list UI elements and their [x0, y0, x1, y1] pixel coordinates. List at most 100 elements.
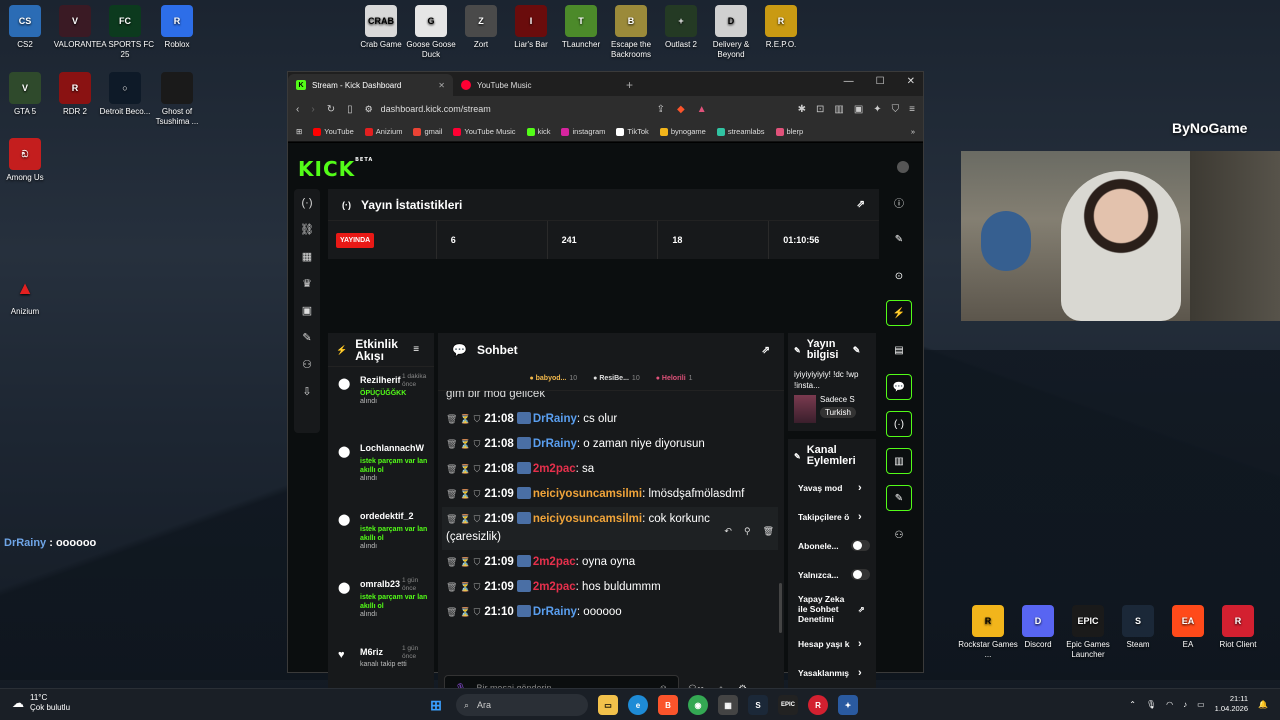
desktop-shortcut[interactable]: Ghost of Tsushima ...: [146, 72, 208, 127]
weather-widget[interactable]: ☁ 11°C Çok bulutlu: [12, 693, 70, 713]
chevron-up-icon[interactable]: ⌃: [1129, 700, 1136, 709]
tab-kick-dashboard[interactable]: K Stream - Kick Dashboard ✕: [288, 74, 453, 96]
clock[interactable]: 21:11 1.04.2026: [1215, 694, 1248, 714]
file-explorer-icon[interactable]: ▭: [598, 695, 618, 715]
windows-start-icon[interactable]: ⊞: [426, 695, 446, 715]
wallet-icon[interactable]: ▣: [854, 104, 863, 115]
leo-icon[interactable]: ✦: [873, 104, 881, 115]
bookmark-item[interactable]: instagram: [561, 127, 605, 136]
desktop-shortcut[interactable]: R R.E.P.O.: [752, 5, 810, 50]
bookmark-item[interactable]: bynogame: [659, 127, 706, 136]
minimize-icon[interactable]: —: [844, 76, 854, 87]
channel-action-row[interactable]: Hesap yaşı k ›: [788, 629, 876, 658]
edit-icon[interactable]: ✎: [853, 345, 861, 356]
popout-icon[interactable]: ⇗: [857, 199, 865, 210]
tab-youtube-music[interactable]: YouTube Music: [453, 74, 618, 96]
pin-icon[interactable]: ⚲: [744, 522, 751, 540]
screenshot-icon[interactable]: ⊡: [816, 104, 824, 115]
top-gifter[interactable]: ● babyod... 10: [529, 375, 577, 382]
chat-username[interactable]: DrRainy: [533, 438, 577, 450]
bookmark-item[interactable]: kick: [526, 127, 550, 136]
apps-grid-icon[interactable]: ⊞: [296, 127, 302, 136]
chrome-icon[interactable]: ◉: [688, 695, 708, 715]
clipboard-icon[interactable]: ▤: [886, 337, 912, 363]
lightning-icon[interactable]: ⚡: [886, 300, 912, 326]
brave-shield-icon[interactable]: ◆: [677, 104, 685, 115]
video-icon[interactable]: ▣: [302, 304, 312, 317]
trophy-icon[interactable]: ♛: [302, 277, 312, 290]
channel-action-row[interactable]: Yasaklanmış ›: [788, 658, 876, 687]
mic-icon[interactable]: 🎙: [1146, 700, 1156, 709]
desktop-shortcut[interactable]: ▲ Anizium: [0, 272, 56, 317]
new-tab-button[interactable]: +: [626, 78, 633, 92]
maximize-icon[interactable]: ☐: [876, 76, 885, 87]
edge-icon[interactable]: e: [628, 695, 648, 715]
desktop-shortcut[interactable]: ඞ Among Us: [0, 138, 56, 183]
tools-icon[interactable]: ✎: [302, 331, 311, 344]
activity-username[interactable]: ordedektif_2: [360, 511, 424, 521]
epic-icon[interactable]: EPIC: [778, 695, 798, 715]
bookmark-item[interactable]: YouTube Music: [453, 127, 516, 136]
chat-icon[interactable]: 💬: [886, 374, 912, 400]
app-icon[interactable]: ✦: [838, 695, 858, 715]
chat-username[interactable]: neiciyosuncamsilmi: [533, 513, 642, 525]
popout-icon[interactable]: ⇗: [762, 345, 770, 356]
reload-icon[interactable]: ↻: [327, 104, 335, 115]
more-bookmarks-icon[interactable]: »: [911, 127, 915, 136]
chat-username[interactable]: DrRainy: [533, 606, 577, 618]
broadcast-icon[interactable]: (·): [886, 411, 912, 437]
mod-actions-icon[interactable]: 🗑 ⏳ ⛉: [446, 439, 480, 449]
bookmark-item[interactable]: TikTok: [616, 127, 649, 136]
taskbar-search[interactable]: ⌕ Ara: [456, 694, 588, 716]
mod-actions-icon[interactable]: 🗑 ⏳ ⛉: [446, 489, 480, 499]
upload-icon[interactable]: ⇩: [302, 385, 311, 398]
volume-icon[interactable]: ♪: [1183, 700, 1187, 709]
brave-rewards-icon[interactable]: ▲: [697, 104, 707, 115]
external-link-icon[interactable]: ⇗: [858, 605, 865, 614]
bookmark-icon[interactable]: ▯: [347, 104, 353, 115]
bookmark-item[interactable]: streamlabs: [716, 127, 765, 136]
chat-username[interactable]: 2m2pac: [533, 463, 576, 475]
delete-icon[interactable]: 🗑: [763, 522, 774, 540]
forward-icon[interactable]: ›: [311, 104, 314, 115]
channel-action-row[interactable]: Takipçilere ö ›: [788, 502, 876, 531]
activity-username[interactable]: LochlannachW: [360, 443, 424, 453]
avatar[interactable]: [897, 161, 909, 173]
chat-message[interactable]: 🗑 ⏳ ⛉ 21:08 2m2pac: sa: [446, 457, 774, 482]
chat-message[interactable]: 🗑 ⏳ ⛉ 21:09 2m2pac: hos buldummm: [446, 575, 774, 600]
close-tab-icon[interactable]: ✕: [438, 81, 445, 90]
chat-username[interactable]: neiciyosuncamsilmi: [533, 488, 642, 500]
desktop-shortcut[interactable]: R Roblox: [146, 5, 208, 50]
bookmark-item[interactable]: blerp: [775, 127, 803, 136]
bookmark-item[interactable]: YouTube: [313, 127, 354, 136]
channel-action-row[interactable]: Abonele...: [788, 531, 876, 560]
mod-actions-icon[interactable]: 🗑 ⏳ ⛉: [446, 607, 480, 617]
mod-actions-icon[interactable]: 🗑 ⏳ ⛉: [446, 414, 480, 424]
close-window-icon[interactable]: ✕: [907, 76, 915, 87]
brave-icon[interactable]: B: [658, 695, 678, 715]
channel-action-row[interactable]: Yavaş mod ›: [788, 473, 876, 502]
desktop-shortcut[interactable]: R Riot Client: [1208, 605, 1268, 650]
mod-actions-icon[interactable]: 🗑 ⏳ ⛉: [446, 514, 480, 524]
steam-icon[interactable]: S: [748, 695, 768, 715]
chat-message[interactable]: 🗑 ⏳ ⛉ 21:09 neiciyosuncamsilmi: lmösdşafmö…: [446, 482, 774, 507]
chat-username[interactable]: DrRainy: [533, 413, 577, 425]
chat-message[interactable]: ↶ ⚲ 🗑 🗑 ⏳ ⛉ 21:09 neiciyosuncamsilmi: cok kor…: [442, 507, 778, 550]
chat-message[interactable]: 🗑 ⏳ ⛉ 21:09 2m2pac: oyna oyna: [446, 550, 774, 575]
link-icon[interactable]: ⛓: [300, 223, 314, 236]
chat-message[interactable]: 🗑 ⏳ ⛉ 21:08 DrRainy: o zaman niye diyorusu…: [446, 432, 774, 457]
store-icon[interactable]: ▦: [718, 695, 738, 715]
analytics-icon[interactable]: ▦: [302, 250, 312, 263]
camera-icon[interactable]: ⊙: [886, 263, 912, 289]
chat-message[interactable]: 🗑 ⏳ ⛉ 21:08 DrRainy: cs olur: [446, 407, 774, 432]
reply-icon[interactable]: ↶: [724, 522, 732, 540]
chat-username[interactable]: 2m2pac: [533, 581, 576, 593]
wifi-icon[interactable]: ◠: [1166, 700, 1173, 709]
users-icon[interactable]: ⚇: [886, 522, 912, 548]
info-icon[interactable]: ⓘ: [886, 189, 912, 215]
site-info-icon[interactable]: ⚙: [365, 104, 373, 115]
filter-icon[interactable]: ≡: [413, 344, 419, 356]
broadcast-icon[interactable]: (·): [302, 197, 313, 209]
chat-username[interactable]: 2m2pac: [533, 556, 576, 568]
extensions-icon[interactable]: ✱: [798, 104, 806, 115]
